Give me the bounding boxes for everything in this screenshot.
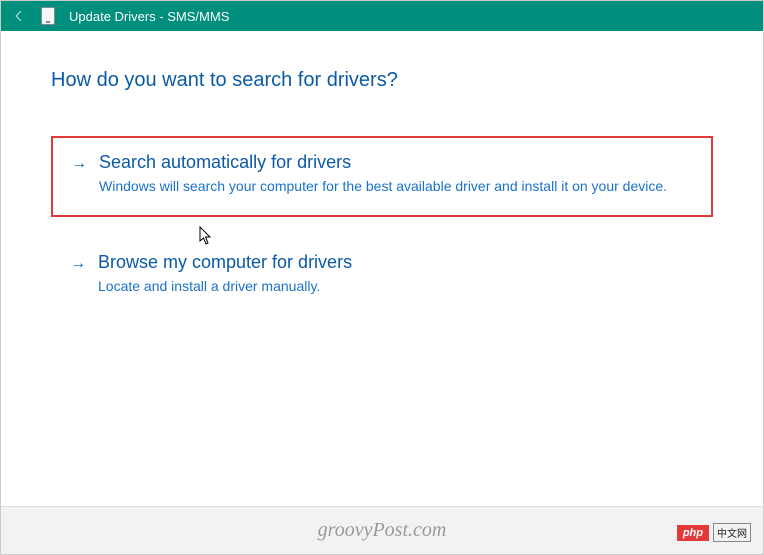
option-title: Search automatically for drivers [99,152,693,173]
back-arrow-icon[interactable] [11,8,27,24]
arrow-right-icon: → [70,252,86,276]
option-browse-computer[interactable]: → Browse my computer for drivers Locate … [51,237,713,316]
option-search-automatically[interactable]: → Search automatically for drivers Windo… [51,136,713,217]
page-heading: How do you want to search for drivers? [51,69,713,92]
titlebar: Update Drivers - SMS/MMS [1,1,763,31]
source-badge: php 中文网 [677,523,751,542]
device-icon [41,7,55,25]
dialog-content: How do you want to search for drivers? →… [1,31,763,315]
badge-left: php [677,525,709,541]
window-title: Update Drivers - SMS/MMS [69,9,229,24]
option-title: Browse my computer for drivers [98,252,694,273]
option-description: Locate and install a driver manually. [98,277,694,297]
badge-right: 中文网 [713,523,751,542]
arrow-right-icon: → [71,152,87,176]
option-description: Windows will search your computer for th… [99,177,693,197]
watermark-text: groovyPost.com [318,519,447,542]
